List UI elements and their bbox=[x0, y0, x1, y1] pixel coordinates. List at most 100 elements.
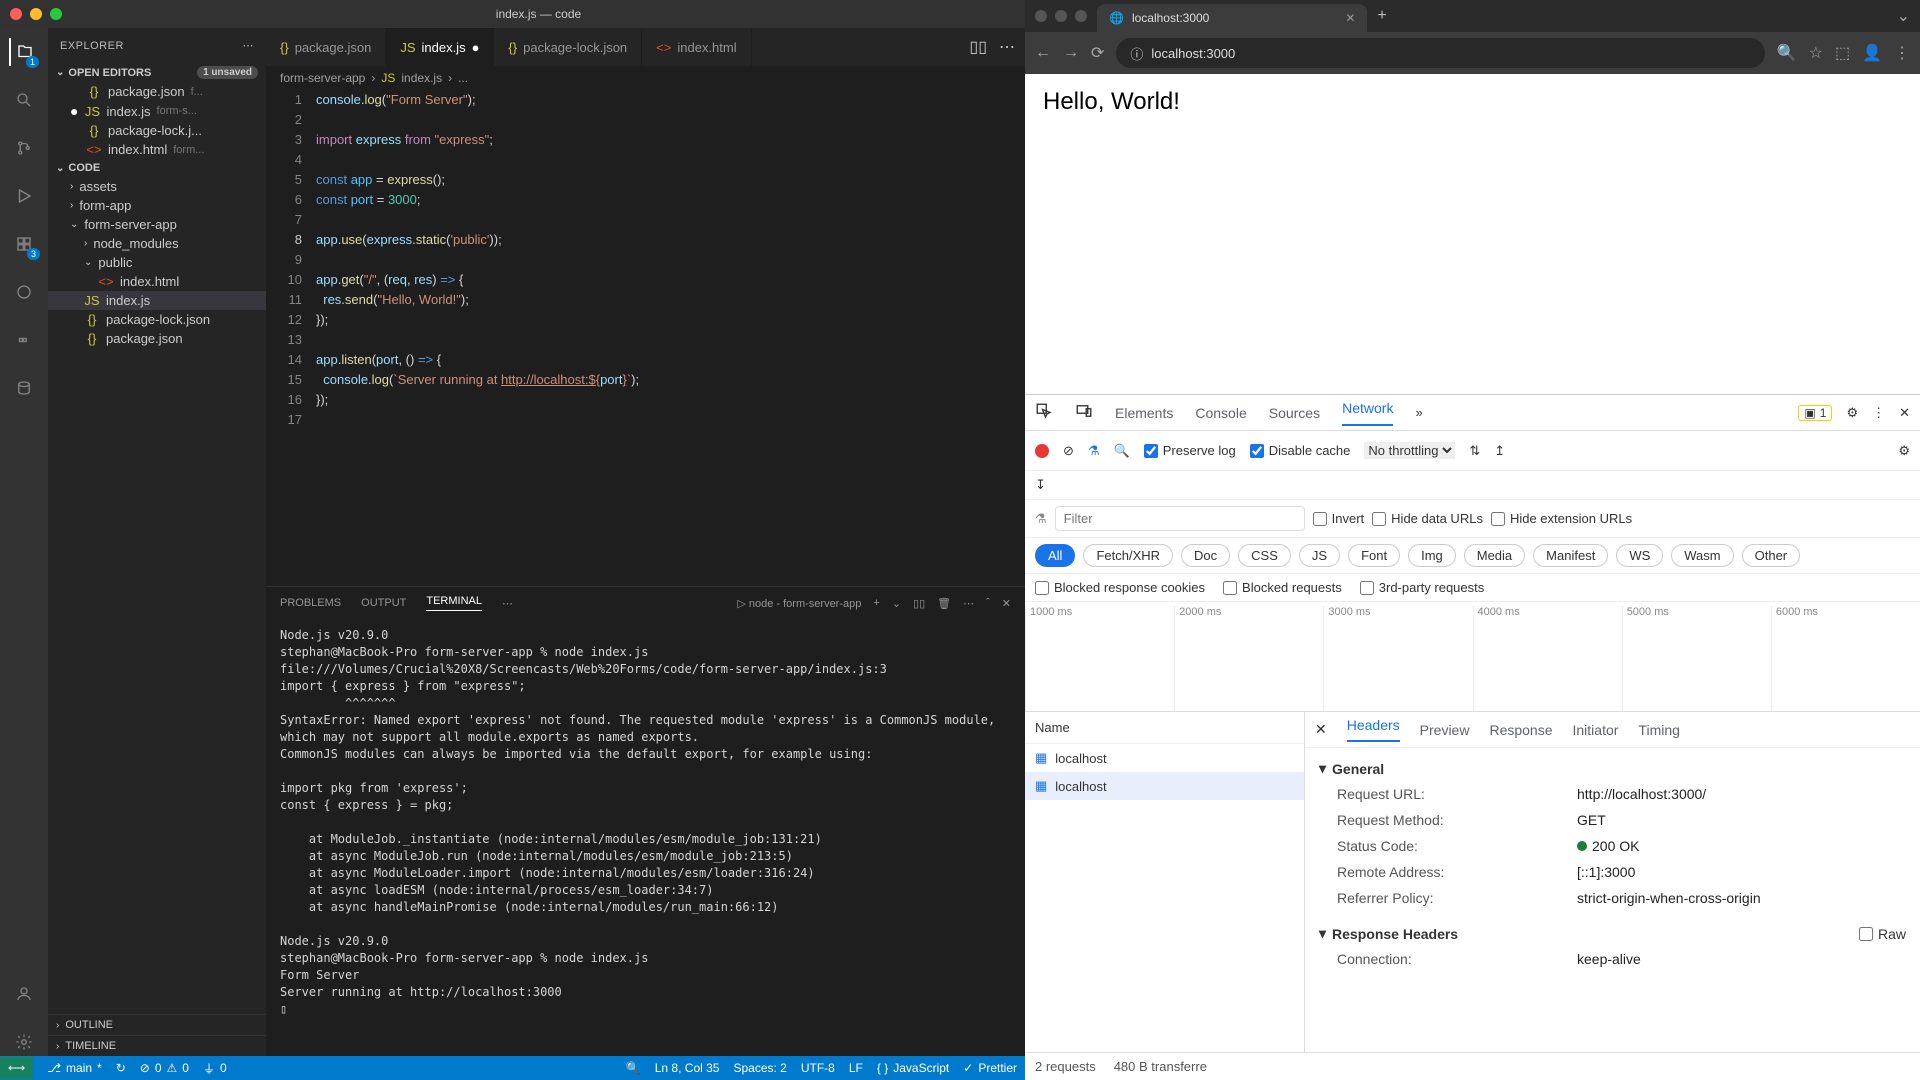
minimize-window[interactable] bbox=[1055, 10, 1067, 22]
more-icon[interactable]: ⋯ bbox=[999, 37, 1015, 57]
live-share-icon[interactable] bbox=[10, 278, 38, 306]
hide-data-urls-checkbox[interactable]: Hide data URLs bbox=[1372, 511, 1483, 526]
account-icon[interactable] bbox=[10, 980, 38, 1008]
tab-timing[interactable]: Timing bbox=[1638, 722, 1680, 738]
tab-headers[interactable]: Headers bbox=[1347, 717, 1400, 742]
folder-item[interactable]: ⌄public bbox=[48, 253, 266, 272]
zoom-icon[interactable]: 🔍 bbox=[626, 1061, 641, 1075]
invert-checkbox[interactable]: Invert bbox=[1313, 511, 1365, 526]
bookmark-icon[interactable]: ☆ bbox=[1809, 43, 1823, 63]
more-icon[interactable]: ⋯ bbox=[502, 597, 513, 610]
new-tab-icon[interactable]: + bbox=[1377, 7, 1386, 25]
record-icon[interactable] bbox=[1035, 444, 1049, 458]
file-item[interactable]: JSindex.js bbox=[48, 291, 266, 310]
request-item[interactable]: ▦localhost bbox=[1025, 744, 1304, 772]
tab-network[interactable]: Network bbox=[1342, 400, 1393, 426]
git-branch[interactable]: ⎇ main* bbox=[47, 1061, 102, 1075]
file-item[interactable]: <>index.html bbox=[48, 272, 266, 291]
back-icon[interactable]: ← bbox=[1035, 44, 1051, 62]
raw-checkbox[interactable]: Raw bbox=[1859, 926, 1906, 942]
output-tab[interactable]: OUTPUT bbox=[361, 597, 406, 609]
terminal-task-name[interactable]: ▷ node - form-server-app bbox=[737, 597, 861, 610]
preserve-log-checkbox[interactable]: Preserve log bbox=[1144, 443, 1236, 458]
filter-ws[interactable]: WS bbox=[1616, 544, 1663, 567]
tab-initiator[interactable]: Initiator bbox=[1573, 722, 1619, 738]
encoding[interactable]: UTF-8 bbox=[801, 1061, 835, 1075]
timeline-section[interactable]: ›TIMELINE bbox=[48, 1035, 266, 1056]
folder-item[interactable]: ›node_modules bbox=[48, 234, 266, 253]
new-terminal-icon[interactable]: + bbox=[873, 597, 879, 609]
menu-icon[interactable]: ⋮ bbox=[1894, 43, 1910, 63]
open-editor-item[interactable]: {}package-lock.j... bbox=[48, 121, 266, 140]
sqlx-icon[interactable] bbox=[10, 374, 38, 402]
upload-icon[interactable]: ↥ bbox=[1494, 443, 1505, 459]
editor-tab[interactable]: JSindex.js ● bbox=[386, 28, 494, 66]
filter-all[interactable]: All bbox=[1035, 544, 1075, 567]
chevron-down-icon[interactable]: ⌄ bbox=[1897, 6, 1910, 26]
breadcrumb[interactable]: form-server-app › JSindex.js › ... bbox=[266, 66, 1025, 90]
browser-tab[interactable]: 🌐 localhost:3000 ✕ bbox=[1097, 4, 1367, 32]
network-timeline[interactable]: 1000 ms2000 ms3000 ms4000 ms5000 ms6000 … bbox=[1025, 602, 1920, 712]
close-detail-icon[interactable]: ✕ bbox=[1315, 721, 1327, 738]
close-window[interactable] bbox=[1035, 10, 1047, 22]
filter-media[interactable]: Media bbox=[1464, 544, 1525, 567]
minimize-window[interactable] bbox=[30, 8, 42, 20]
open-editor-item[interactable]: {}package.json f... bbox=[48, 82, 266, 101]
chevron-up-icon[interactable]: ˆ bbox=[986, 597, 990, 609]
close-window[interactable] bbox=[10, 8, 22, 20]
terminal-output[interactable]: Node.js v20.9.0 stephan@MacBook-Pro form… bbox=[266, 619, 1025, 1056]
editor-tab[interactable]: {}package.json bbox=[266, 28, 386, 66]
response-headers-section[interactable]: ▾Response Headers Raw bbox=[1319, 921, 1906, 946]
throttling-select[interactable]: No throttling bbox=[1364, 442, 1455, 459]
formatter[interactable]: ✓ Prettier bbox=[963, 1061, 1017, 1075]
filter-doc[interactable]: Doc bbox=[1181, 544, 1230, 567]
filter-js[interactable]: JS bbox=[1299, 544, 1340, 567]
filter-other[interactable]: Other bbox=[1742, 544, 1801, 567]
search-icon[interactable]: 🔍 bbox=[1114, 443, 1130, 459]
more-tabs-icon[interactable]: » bbox=[1415, 405, 1422, 420]
third-party-checkbox[interactable]: 3rd-party requests bbox=[1360, 580, 1485, 595]
debug-icon[interactable] bbox=[10, 182, 38, 210]
editor-tab[interactable]: {}package-lock.json bbox=[494, 28, 642, 66]
source-control-icon[interactable] bbox=[10, 134, 38, 162]
filter-icon[interactable]: ⚗ bbox=[1088, 443, 1100, 459]
port-forward[interactable]: ⏚ 0 bbox=[203, 1060, 227, 1077]
workspace-section[interactable]: ⌄CODE bbox=[48, 159, 266, 177]
chevron-down-icon[interactable]: ⌄ bbox=[892, 597, 901, 610]
more-icon[interactable]: ⋯ bbox=[963, 597, 974, 610]
more-icon[interactable]: ⋮ bbox=[1872, 405, 1885, 421]
file-item[interactable]: {}package-lock.json bbox=[48, 310, 266, 329]
profile-icon[interactable]: 👤 bbox=[1862, 43, 1882, 63]
wifi-icon[interactable]: ⇅ bbox=[1469, 443, 1480, 459]
settings-icon[interactable]: ⚙ bbox=[1846, 405, 1858, 421]
open-editors-section[interactable]: ⌄OPEN EDITORS 1 unsaved bbox=[48, 63, 266, 82]
filter-manifest[interactable]: Manifest bbox=[1533, 544, 1608, 567]
trash-icon[interactable]: 🗑 bbox=[937, 597, 951, 610]
sync-icon[interactable]: ↻ bbox=[116, 1061, 126, 1075]
docker-icon[interactable] bbox=[10, 326, 38, 354]
editor-tab[interactable]: <>index.html bbox=[642, 28, 751, 66]
cursor-position[interactable]: Ln 8, Col 35 bbox=[655, 1061, 720, 1075]
close-tab-icon[interactable]: ✕ bbox=[1345, 11, 1355, 25]
terminal-tab[interactable]: TERMINAL bbox=[426, 595, 482, 611]
blocked-requests-checkbox[interactable]: Blocked requests bbox=[1223, 580, 1342, 595]
filter-fetch/xhr[interactable]: Fetch/XHR bbox=[1083, 544, 1173, 567]
device-toggle-icon[interactable] bbox=[1075, 402, 1093, 423]
language-mode[interactable]: { } JavaScript bbox=[877, 1061, 949, 1075]
extensions-icon[interactable]: 3 bbox=[10, 230, 38, 258]
filter-img[interactable]: Img bbox=[1408, 544, 1456, 567]
open-editor-item[interactable]: <>index.html form... bbox=[48, 140, 266, 159]
filter-css[interactable]: CSS bbox=[1238, 544, 1291, 567]
zoom-icon[interactable]: 🔍 bbox=[1777, 43, 1797, 63]
settings-icon[interactable] bbox=[10, 1028, 38, 1056]
general-section[interactable]: ▾General bbox=[1319, 756, 1906, 781]
explorer-icon[interactable]: 1 bbox=[9, 38, 37, 66]
inspect-icon[interactable] bbox=[1035, 402, 1053, 423]
forward-icon[interactable]: → bbox=[1063, 44, 1079, 62]
errors-count[interactable]: ⊘ 0 ⚠ 0 bbox=[140, 1061, 189, 1075]
close-icon[interactable]: ✕ bbox=[1899, 405, 1910, 421]
tab-response[interactable]: Response bbox=[1489, 722, 1552, 738]
info-icon[interactable]: ⓘ bbox=[1130, 44, 1143, 63]
filter-wasm[interactable]: Wasm bbox=[1671, 544, 1733, 567]
hide-extension-urls-checkbox[interactable]: Hide extension URLs bbox=[1491, 511, 1632, 526]
